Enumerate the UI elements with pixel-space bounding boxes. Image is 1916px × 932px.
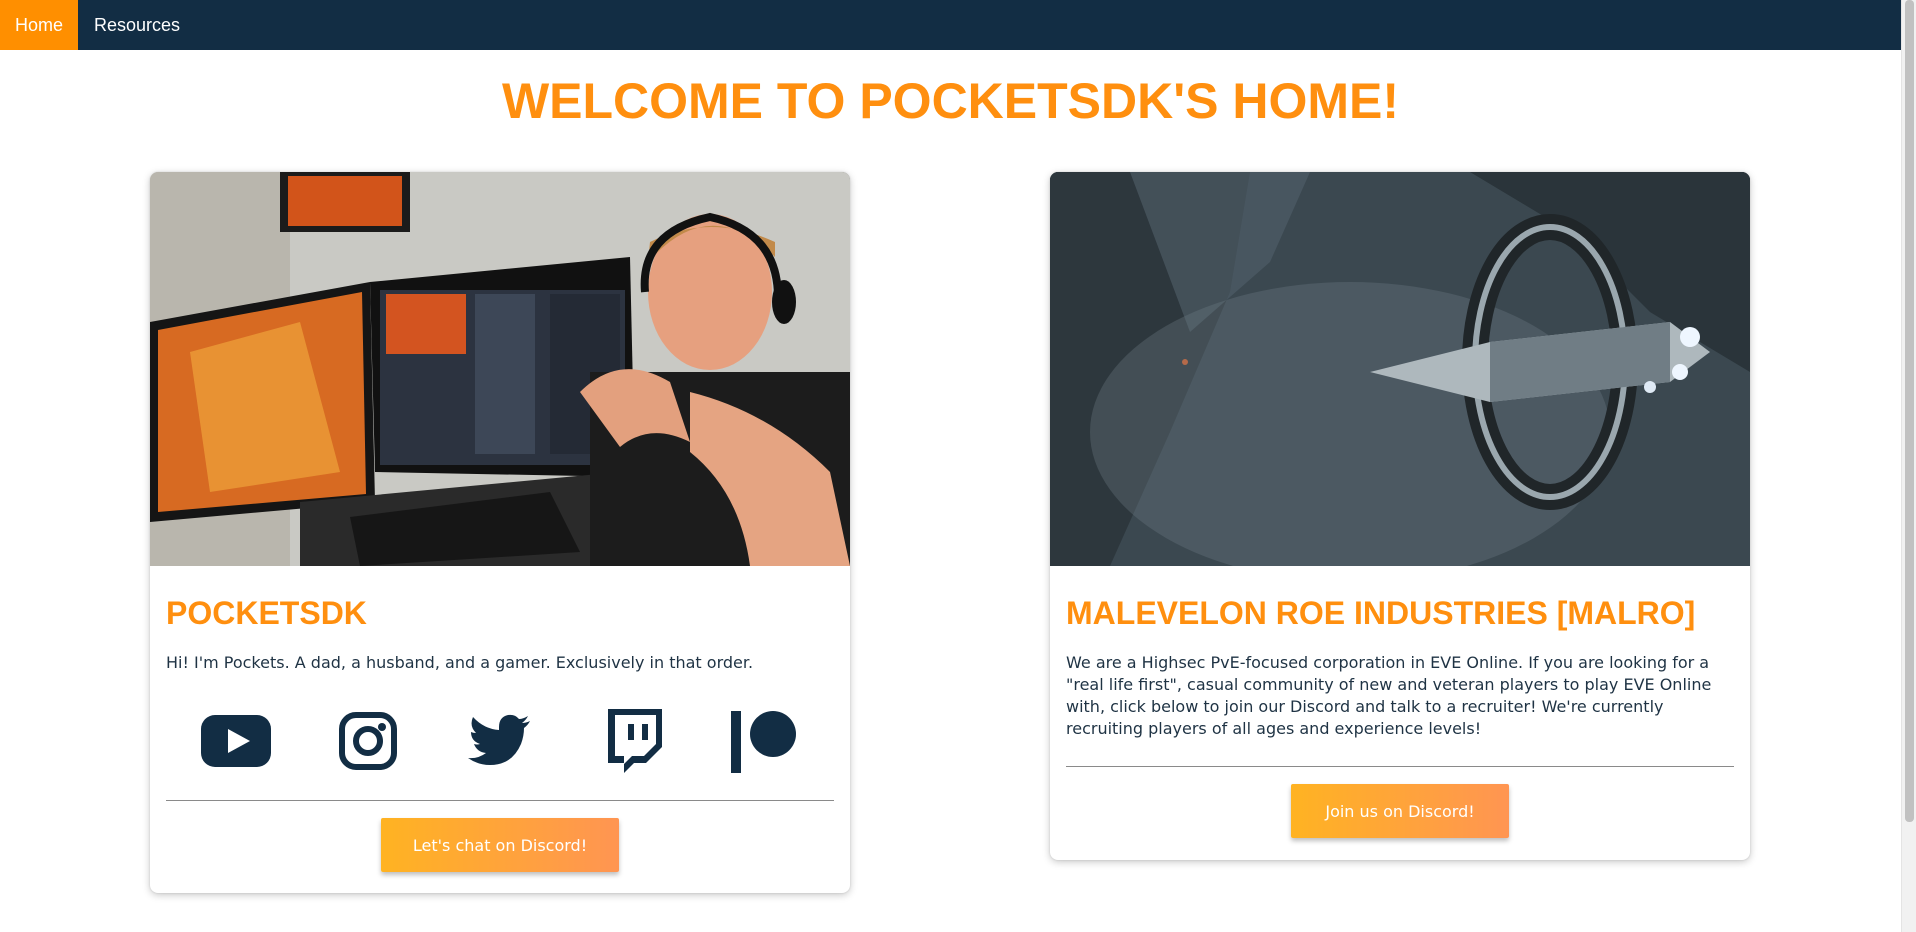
card-description: We are a Highsec PvE-focused corporation… xyxy=(1066,653,1712,738)
instagram-icon[interactable] xyxy=(332,708,404,774)
patreon-icon[interactable] xyxy=(728,708,800,774)
card-description: Hi! I'm Pockets. A dad, a husband, and a… xyxy=(166,653,754,672)
twitter-icon[interactable] xyxy=(464,708,536,774)
twitch-icon[interactable] xyxy=(596,708,668,774)
divider xyxy=(1066,766,1734,767)
top-nav: Home Resources xyxy=(0,0,1901,50)
gaming-setup-illustration xyxy=(150,172,850,566)
discord-chat-button[interactable]: Let's chat on Discord! xyxy=(381,818,619,872)
scrollbar[interactable] xyxy=(1901,0,1916,932)
malro-card: MALEVELON ROE INDUSTRIES [MALRO] We are … xyxy=(1050,172,1750,860)
pocketsdk-card: POCKETSDK Hi! I'm Pockets. A dad, a husb… xyxy=(150,172,850,893)
youtube-icon[interactable] xyxy=(200,708,272,774)
scrollbar-thumb[interactable] xyxy=(1905,0,1914,822)
pocketsdk-photo xyxy=(150,172,850,566)
social-links xyxy=(150,708,850,774)
discord-join-button[interactable]: Join us on Discord! xyxy=(1291,784,1509,838)
page-title: WELCOME TO POCKETSDK'S HOME! xyxy=(501,73,1400,129)
card-title: POCKETSDK xyxy=(166,595,367,631)
nav-item-resources[interactable]: Resources xyxy=(78,0,196,50)
spaceship-illustration xyxy=(1050,172,1750,566)
eve-ship-image xyxy=(1050,172,1750,566)
nav-item-home[interactable]: Home xyxy=(0,0,78,50)
divider xyxy=(166,800,834,801)
card-title: MALEVELON ROE INDUSTRIES [MALRO] xyxy=(1066,595,1696,631)
